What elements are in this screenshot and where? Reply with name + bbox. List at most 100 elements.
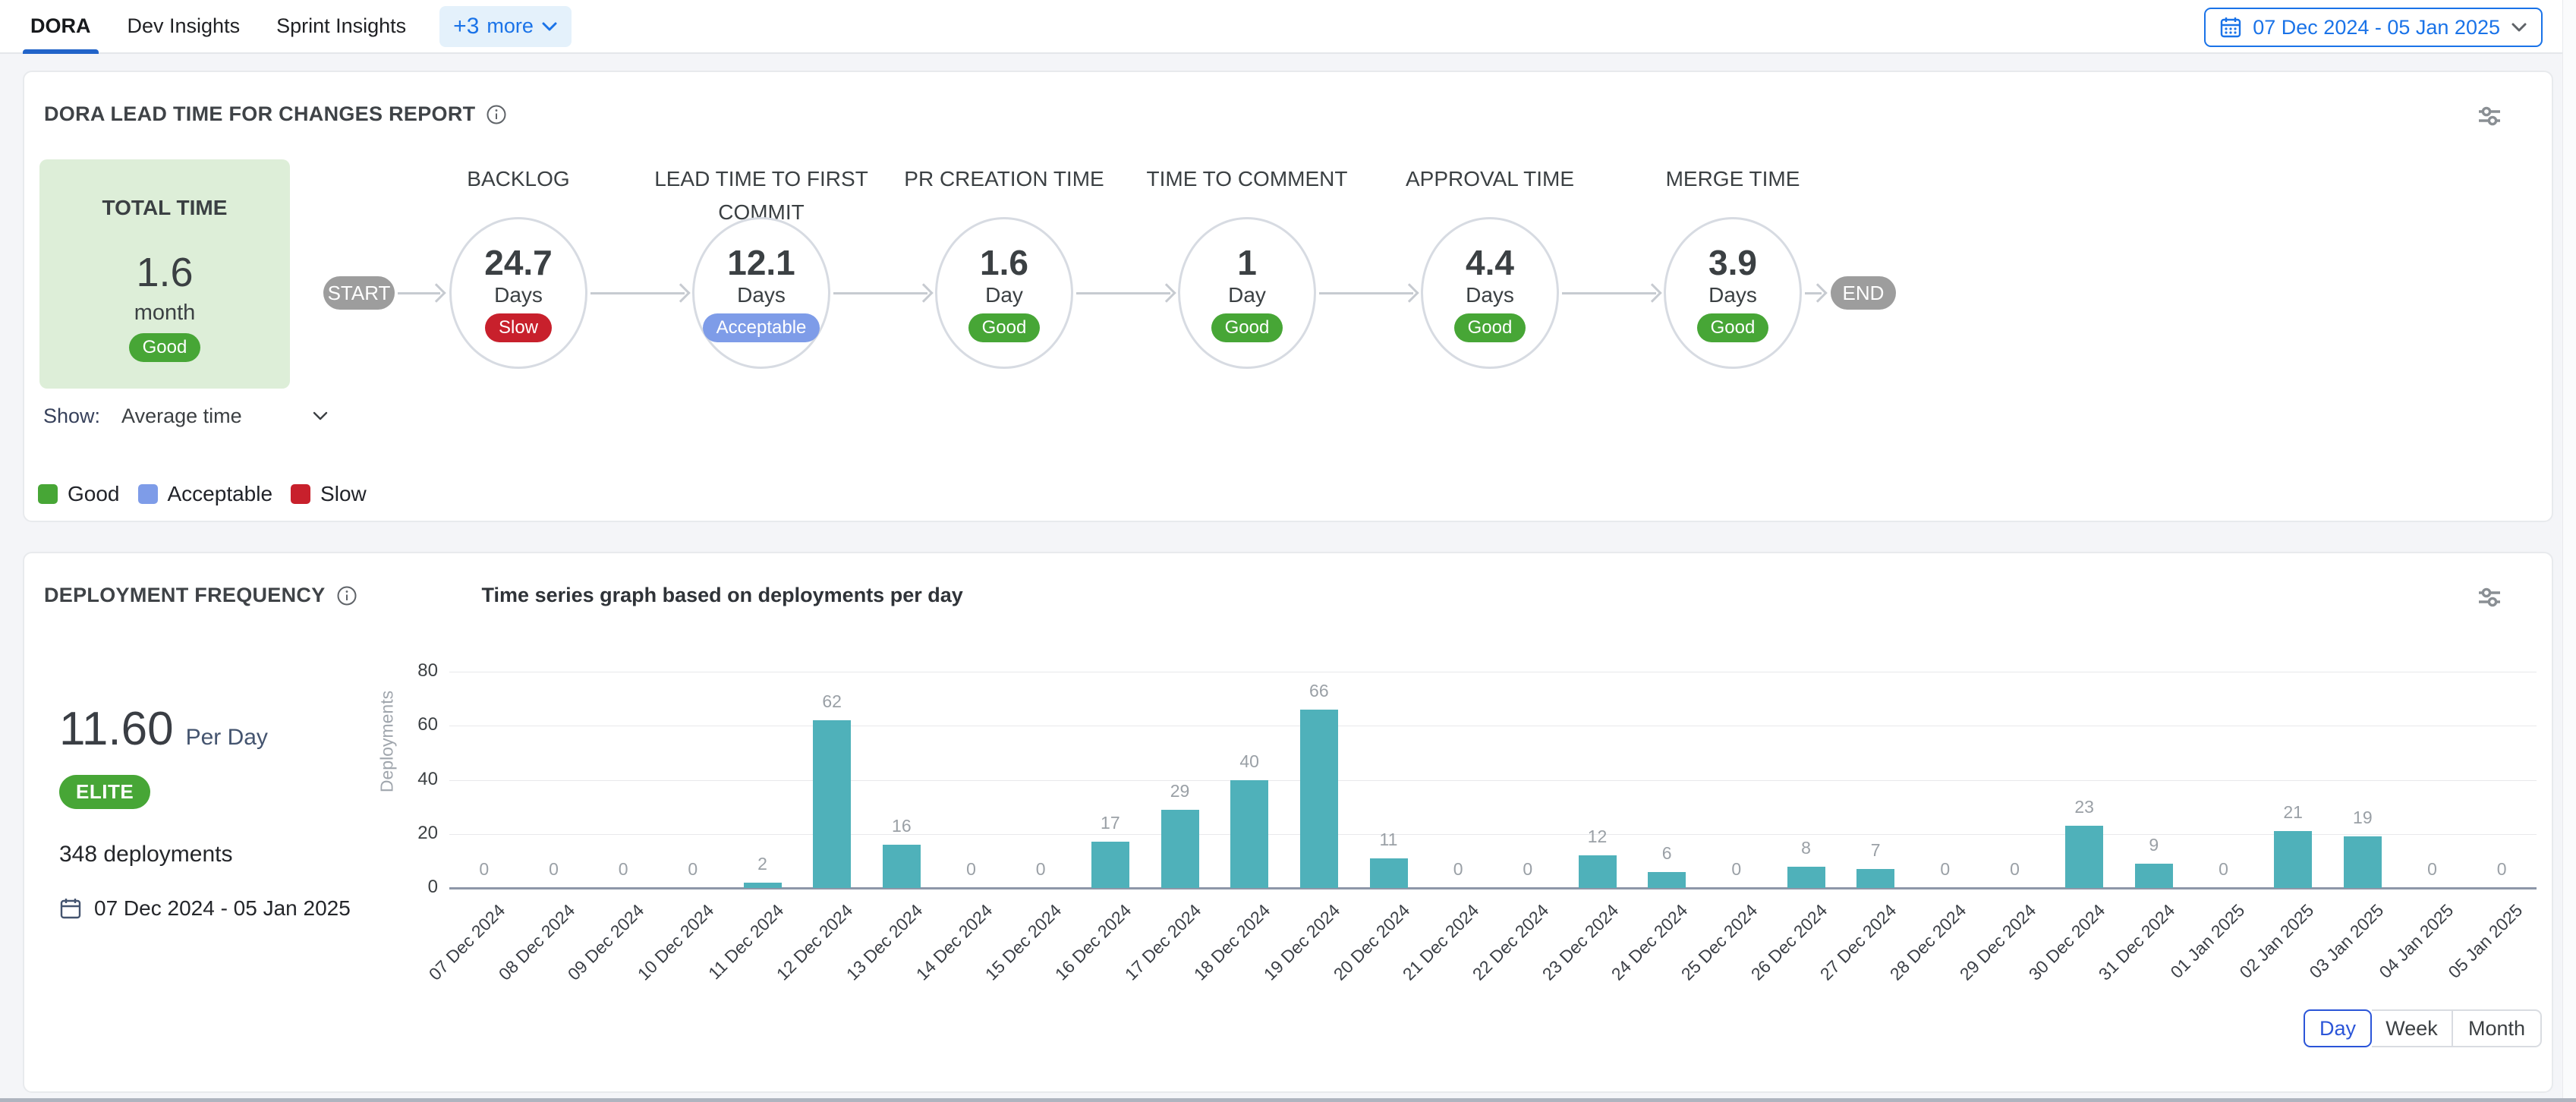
legend-label: Acceptable [168, 482, 273, 506]
date-range-picker[interactable]: 07 Dec 2024 - 05 Jan 2025 [2204, 8, 2543, 47]
calendar-icon [2219, 16, 2242, 39]
y-axis-tick: 20 [392, 823, 438, 844]
lead-time-card: DORA LEAD TIME FOR CHANGES REPORT TOTAL … [23, 71, 2553, 522]
stage-value: 3.9 [1708, 244, 1757, 282]
chart-bar[interactable] [2274, 831, 2312, 888]
show-metric-value: Average time [121, 405, 242, 428]
bar-value-label: 0 [1497, 859, 1558, 880]
y-axis-tick: 0 [392, 877, 438, 898]
chevron-down-icon [2511, 22, 2527, 33]
chart-bar[interactable] [1230, 780, 1268, 889]
speed-legend: GoodAcceptableSlow [38, 482, 367, 506]
bar-value-label: 0 [941, 859, 1002, 880]
bar-value-label: 0 [1706, 859, 1767, 880]
bar-value-label: 0 [2471, 859, 2532, 880]
stage-unit: Day [1228, 283, 1266, 307]
page-bottom-divider [0, 1098, 2576, 1102]
chart-bar[interactable] [1300, 710, 1338, 888]
legend-label: Slow [320, 482, 367, 506]
tab-dev-insights[interactable]: Dev Insights [128, 0, 241, 52]
stage-badge: Good [1211, 313, 1283, 342]
stage-badge: Slow [485, 313, 552, 342]
stage-badge: Good [968, 313, 1041, 342]
bar-value-label: 0 [1428, 859, 1488, 880]
toggle-day[interactable]: Day [2304, 1009, 2372, 1047]
x-axis-tick: 12 Dec 2024 [735, 900, 858, 1022]
chart-bar[interactable] [1091, 842, 1129, 888]
report-tabs: DORA Dev Insights Sprint Insights [30, 0, 406, 52]
bar-value-label: 66 [1289, 681, 1349, 701]
chart-bar[interactable] [1161, 810, 1199, 888]
bar-value-label: 23 [2054, 797, 2115, 817]
legend-item-slow: Slow [291, 482, 367, 506]
tab-dora[interactable]: DORA [30, 0, 91, 52]
date-range-label: 07 Dec 2024 - 05 Jan 2025 [2253, 16, 2500, 39]
bar-value-label: 21 [2263, 802, 2323, 823]
show-metric-select[interactable]: Average time [121, 405, 328, 428]
bar-value-label: 29 [1150, 781, 1211, 801]
flow-end-node: END [1831, 276, 1896, 310]
chart-bar[interactable] [1370, 858, 1408, 888]
bar-value-label: 9 [2124, 835, 2184, 855]
flow-arrow [1319, 283, 1418, 303]
stage-node-time-to-comment: 1 Day Good [1178, 217, 1316, 369]
x-axis-tick: 18 Dec 2024 [1153, 900, 1275, 1022]
stage-unit: Days [1466, 283, 1514, 307]
gridline [449, 834, 2537, 835]
flow-arrow [590, 283, 689, 303]
tab-sprint-insights[interactable]: Sprint Insights [276, 0, 406, 52]
stage-name: APPROVAL TIME [1361, 162, 1619, 196]
chart-bar[interactable] [744, 883, 782, 888]
stage-unit: Days [1708, 283, 1757, 307]
toggle-month[interactable]: Month [2453, 1009, 2542, 1047]
chart-bar[interactable] [883, 845, 921, 888]
x-axis-tick: 05 Jan 2025 [2405, 900, 2527, 1022]
chart-bar[interactable] [2065, 826, 2103, 888]
more-tabs-count: +3 [453, 14, 479, 39]
legend-item-acceptable: Acceptable [138, 482, 273, 506]
x-axis-tick: 24 Dec 2024 [1570, 900, 1693, 1022]
stage-node-approval-time: 4.4 Days Good [1421, 217, 1559, 369]
chart-bar[interactable] [1648, 872, 1686, 888]
legend-swatch [291, 484, 310, 504]
stage-name: MERGE TIME [1604, 162, 1862, 196]
stage-value: 24.7 [484, 244, 553, 282]
toggle-week[interactable]: Week [2372, 1009, 2453, 1047]
stage-node-pr-creation-time: 1.6 Day Good [935, 217, 1073, 369]
bar-value-label: 2 [732, 854, 793, 874]
stage-name: BACKLOG [389, 162, 647, 196]
bar-value-label: 8 [1776, 838, 1837, 858]
stage-node-lead-time-to-first-commit: 12.1 Days Acceptable [692, 217, 830, 369]
scrollbar[interactable] [2562, 0, 2576, 1102]
chart-bar[interactable] [1787, 867, 1825, 889]
chart-bar[interactable] [1856, 869, 1894, 888]
granularity-toggle: DayWeekMonth [2304, 1009, 2542, 1047]
bar-value-label: 0 [1915, 859, 1976, 880]
y-axis-tick: 80 [392, 660, 438, 682]
bar-value-label: 62 [801, 691, 862, 712]
chart-bar[interactable] [2344, 836, 2382, 888]
bar-value-label: 0 [593, 859, 653, 880]
x-axis-tick: 02 Jan 2025 [2197, 900, 2319, 1022]
x-axis-tick: 15 Dec 2024 [944, 900, 1066, 1022]
chart-bar[interactable] [813, 720, 851, 888]
x-axis-tick: 21 Dec 2024 [1362, 900, 1484, 1022]
flow-arrow [833, 283, 932, 303]
more-tabs-button[interactable]: +3 more [439, 6, 572, 47]
flow-start-node: START [323, 276, 395, 310]
bar-value-label: 16 [871, 816, 932, 836]
y-axis-tick: 60 [392, 714, 438, 735]
stage-badge: Good [1697, 313, 1769, 342]
show-label: Show: [43, 405, 100, 428]
flow-arrow [398, 283, 445, 303]
flow-arrow [1076, 283, 1175, 303]
legend-swatch [138, 484, 158, 504]
bar-value-label: 19 [2332, 808, 2393, 828]
stage-value: 4.4 [1466, 244, 1514, 282]
bar-value-label: 0 [1010, 859, 1071, 880]
bar-value-label: 17 [1080, 813, 1141, 833]
chart-bar[interactable] [1579, 855, 1617, 888]
y-axis-tick: 40 [392, 769, 438, 790]
chart-bar[interactable] [2135, 864, 2173, 888]
stage-value: 12.1 [727, 244, 795, 282]
